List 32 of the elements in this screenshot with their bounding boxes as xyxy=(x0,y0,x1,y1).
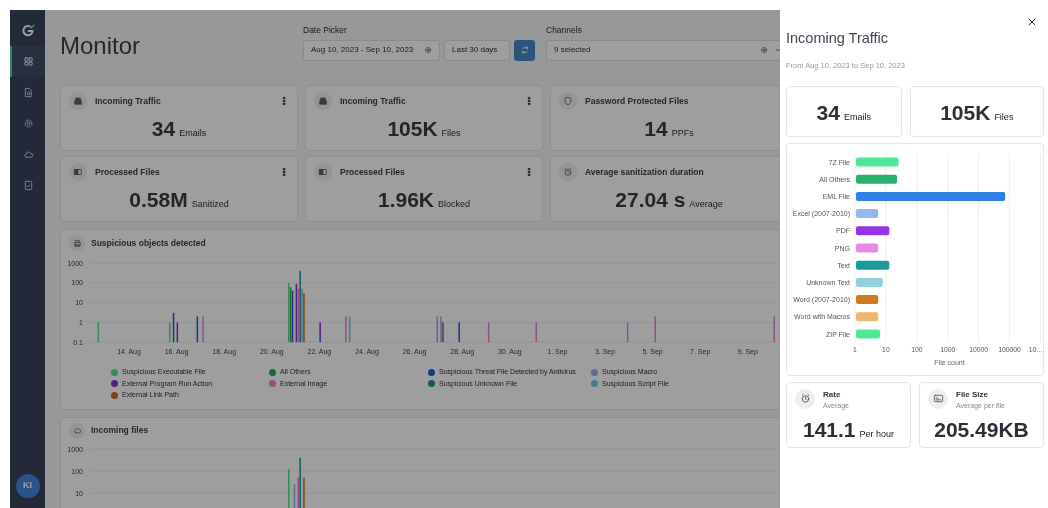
stat-unit: Average xyxy=(689,198,723,211)
field-label: Date Picker xyxy=(303,24,348,37)
card-title: Processed Files xyxy=(95,165,161,179)
card-title: Suspicious objects detected xyxy=(91,236,206,250)
stat-unit: Sanitized xyxy=(191,198,229,211)
stat-value: 1.96K xyxy=(377,189,434,210)
metric-value: 205.49KB xyxy=(934,419,1029,441)
metric-title: File Size xyxy=(956,388,989,401)
stat-value: 14 xyxy=(644,118,668,139)
stat-unit: Blocked xyxy=(438,198,471,211)
stat-value: 105K xyxy=(387,118,438,139)
metric-unit: Per hour xyxy=(859,428,895,442)
stat-unit: Emails xyxy=(843,110,871,124)
stat-unit: Files xyxy=(994,110,1014,124)
card-title: Incoming files xyxy=(91,424,149,437)
stat-value: 34 xyxy=(816,101,840,123)
stat-value: 105K xyxy=(940,101,991,123)
stat-unit: PPFs xyxy=(671,127,694,140)
stat-unit: Emails xyxy=(179,127,207,140)
field-label: Channels xyxy=(546,24,583,37)
card-title: Processed Files xyxy=(340,165,406,179)
card-title: Password Protected Files xyxy=(585,94,690,108)
stat-value: 34 xyxy=(151,118,176,139)
stat-value: 27.04 s xyxy=(615,189,686,210)
metric-value: 141.1 xyxy=(802,419,856,441)
card-title: Average sanitization duration xyxy=(585,165,705,179)
page-title: Monitor xyxy=(60,31,142,61)
metric-title: Rate xyxy=(823,388,842,401)
card-title: Incoming Traffic xyxy=(340,94,407,108)
stat-value: 0.58M xyxy=(129,189,188,210)
card-title: Incoming Traffic xyxy=(95,94,162,108)
stat-unit: Files xyxy=(441,127,461,140)
